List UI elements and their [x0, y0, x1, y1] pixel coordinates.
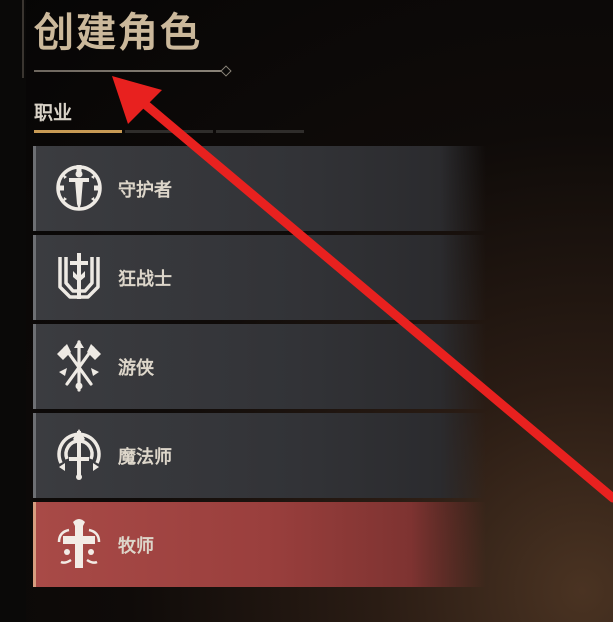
class-card-mage[interactable]: 魔法师	[33, 413, 613, 498]
class-name-berserker: 狂战士	[118, 269, 172, 290]
tab-indicator-active	[34, 130, 122, 133]
ranger-crossed-axes-icon	[57, 340, 101, 392]
tab-indicator-segment	[125, 130, 213, 133]
guardian-shield-sword-icon	[56, 165, 102, 211]
class-card-priest[interactable]: 牧师	[33, 502, 613, 587]
mage-staff-icon	[57, 429, 101, 480]
title-diamond-ornament	[220, 65, 232, 77]
class-name-guardian: 守护者	[118, 180, 172, 201]
page-title: 创建角色	[34, 10, 202, 56]
class-card-guardian[interactable]: 守护者	[33, 146, 613, 231]
tab-indicator-segment	[216, 130, 304, 133]
priest-cross-icon	[57, 519, 101, 568]
left-edge-strip	[0, 0, 26, 622]
class-card-ranger[interactable]: 游侠	[33, 324, 613, 409]
tab-class[interactable]: 职业	[34, 98, 72, 125]
tab-indicator-bar	[34, 130, 304, 133]
class-name-priest: 牧师	[118, 536, 154, 557]
class-card-berserker[interactable]: 狂战士	[33, 235, 613, 320]
class-name-ranger: 游侠	[118, 358, 154, 379]
title-underline	[34, 70, 222, 72]
berserker-crest-icon	[58, 253, 100, 299]
class-name-mage: 魔法师	[118, 447, 172, 468]
